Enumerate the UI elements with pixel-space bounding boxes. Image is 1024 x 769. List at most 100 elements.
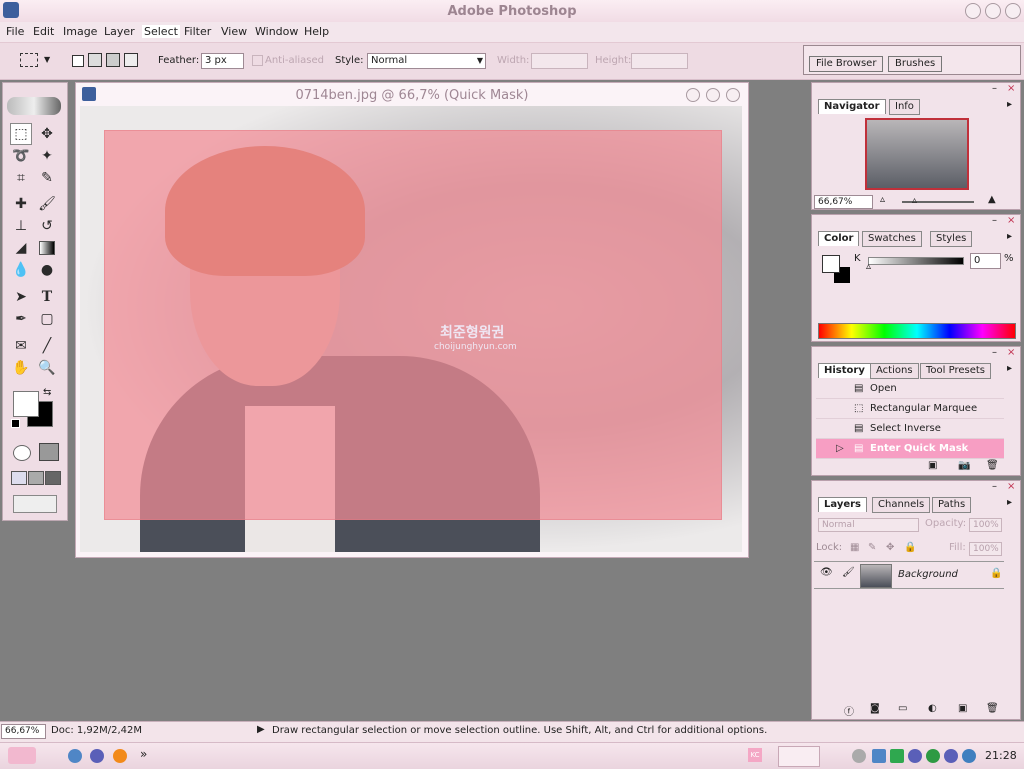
rectangular-marquee-icon[interactable]: ⬚ [10, 123, 32, 145]
slice-tool-icon[interactable]: ✎ [37, 168, 57, 188]
menu-select[interactable]: Select [142, 25, 180, 38]
k-value-input[interactable]: 0 [970, 253, 1001, 269]
eyedropper-tool-icon[interactable]: ╱ [37, 336, 57, 356]
zoom-slider-thumb-icon[interactable]: ▵ [912, 195, 917, 206]
magic-wand-icon[interactable]: ✦ [37, 146, 57, 166]
panel-menu-arrow-icon[interactable]: ▸ [1007, 363, 1012, 374]
eye-visibility-icon[interactable]: 👁 [820, 567, 833, 578]
clone-stamp-icon[interactable]: ⊥ [11, 216, 31, 236]
new-snapshot-icon[interactable]: 📷 [958, 460, 970, 471]
menu-help[interactable]: Help [304, 25, 329, 38]
lock-move-icon[interactable]: ✥ [886, 542, 894, 553]
tab-navigator[interactable]: Navigator [818, 99, 886, 114]
navigator-zoom-field[interactable]: 66,67% [814, 195, 873, 209]
panel-close-icon[interactable]: × [1007, 83, 1015, 94]
brush-link-icon[interactable]: 🖌 [842, 567, 855, 578]
status-menu-arrow-icon[interactable]: ▶ [257, 724, 265, 735]
menu-edit[interactable]: Edit [33, 25, 54, 38]
minimize-button[interactable] [965, 3, 981, 19]
swap-colors-icon[interactable]: ⇆ [43, 387, 51, 398]
tray-app-icon[interactable] [872, 749, 886, 763]
tab-layers[interactable]: Layers [818, 497, 867, 512]
tray-green-icon[interactable] [890, 749, 904, 763]
maximize-button[interactable] [985, 3, 1001, 19]
tray-network-icon[interactable] [852, 749, 866, 763]
history-item-current[interactable]: ▷ ▤ Enter Quick Mask [816, 439, 1004, 459]
width-input[interactable] [531, 53, 588, 69]
hand-tool-icon[interactable]: ✋ [11, 358, 31, 378]
path-selection-icon[interactable]: ➤ [11, 287, 31, 307]
style-select[interactable]: Normal ▼ [367, 53, 486, 69]
lock-paint-icon[interactable]: ✎ [868, 542, 876, 553]
panel-close-icon[interactable]: × [1007, 215, 1015, 226]
dodge-tool-icon[interactable]: ● [37, 260, 57, 280]
tray-browser-icon[interactable] [944, 749, 958, 763]
fill-input[interactable]: 100% [969, 542, 1002, 556]
delete-layer-icon[interactable]: 🗑 [986, 703, 999, 714]
quicklaunch-firefox-icon[interactable] [113, 749, 127, 763]
lasso-tool-icon[interactable]: ➰ [11, 146, 31, 166]
brush-tool-icon[interactable]: 🖌 [37, 194, 57, 214]
color-foreground-swatch[interactable] [822, 255, 840, 273]
panel-minimize-icon[interactable]: – [992, 347, 997, 358]
tab-file-browser[interactable]: File Browser [809, 56, 884, 72]
move-tool-icon[interactable]: ✥ [37, 124, 57, 144]
tab-history[interactable]: History [818, 363, 871, 378]
tab-color[interactable]: Color [818, 231, 860, 246]
antialiased-checkbox[interactable] [252, 55, 263, 66]
feather-input[interactable]: 3 px [201, 53, 244, 69]
tab-channels[interactable]: Channels [872, 497, 931, 513]
zoom-in-icon[interactable]: ▲ [988, 194, 996, 205]
layer-row[interactable]: 👁 🖌 Background 🔒 [814, 561, 1004, 589]
taskbar-photoshop-button[interactable] [778, 746, 820, 767]
quicklaunch-expand[interactable]: » [140, 747, 147, 761]
navigator-thumbnail[interactable] [865, 118, 969, 190]
panel-close-icon[interactable]: × [1007, 347, 1015, 358]
add-to-selection-icon[interactable] [88, 53, 102, 67]
tab-paths[interactable]: Paths [932, 497, 972, 513]
quicklaunch-browser-icon[interactable] [90, 749, 104, 763]
foreground-color-swatch[interactable] [13, 391, 39, 417]
notes-tool-icon[interactable]: ✉ [11, 336, 31, 356]
opacity-input[interactable]: 100% [969, 518, 1002, 532]
tab-styles[interactable]: Styles [930, 231, 973, 247]
color-spectrum-bar[interactable] [818, 323, 1016, 339]
intersect-selection-icon[interactable] [124, 53, 138, 67]
blend-mode-select[interactable]: Normal [818, 518, 919, 532]
start-button[interactable] [8, 747, 36, 764]
new-layer-icon[interactable]: ▣ [958, 703, 967, 714]
height-input[interactable] [631, 53, 688, 69]
quick-mask-mode-icon[interactable] [39, 443, 59, 461]
panel-menu-arrow-icon[interactable]: ▸ [1007, 99, 1012, 110]
menu-filter[interactable]: Filter [184, 25, 211, 38]
lock-all-icon[interactable]: 🔒 [904, 542, 916, 553]
jump-to-imageready-icon[interactable] [13, 495, 57, 513]
tab-brushes[interactable]: Brushes [888, 56, 943, 72]
marquee-tool-preset-icon[interactable] [20, 53, 38, 67]
gradient-tool-icon[interactable] [37, 238, 57, 258]
lock-transparency-icon[interactable]: ▦ [850, 542, 859, 553]
standard-mode-icon[interactable] [13, 445, 31, 461]
panel-menu-arrow-icon[interactable]: ▸ [1007, 497, 1012, 508]
panel-minimize-icon[interactable]: – [992, 481, 997, 492]
new-selection-icon[interactable] [72, 55, 84, 67]
adjustment-layer-icon[interactable]: ◐ [928, 703, 937, 714]
history-item[interactable]: ▤ Open [816, 379, 1004, 399]
doc-size-info[interactable]: Doc: 1,92M/2,42M [51, 725, 142, 736]
history-item[interactable]: ▤ Select Inverse [816, 419, 1004, 439]
layer-style-icon[interactable]: ⓕ [844, 703, 854, 718]
history-item[interactable]: ⬚ Rectangular Marquee [816, 399, 1004, 419]
zoom-out-icon[interactable]: ▵ [880, 194, 885, 205]
tab-info[interactable]: Info [889, 99, 920, 115]
new-group-icon[interactable]: ▭ [898, 703, 907, 714]
type-tool-icon[interactable]: T [37, 287, 57, 307]
panel-minimize-icon[interactable]: – [992, 83, 997, 94]
menu-file[interactable]: File [6, 25, 24, 38]
blur-tool-icon[interactable]: 💧 [11, 260, 31, 280]
panel-close-icon[interactable]: × [1007, 481, 1015, 492]
language-indicator[interactable]: KC [748, 748, 762, 762]
pen-tool-icon[interactable]: ✒ [11, 309, 31, 329]
eraser-tool-icon[interactable]: ◢ [11, 238, 31, 258]
full-screen-menu-mode-icon[interactable] [28, 471, 44, 485]
document-minimize-button[interactable] [686, 88, 700, 102]
